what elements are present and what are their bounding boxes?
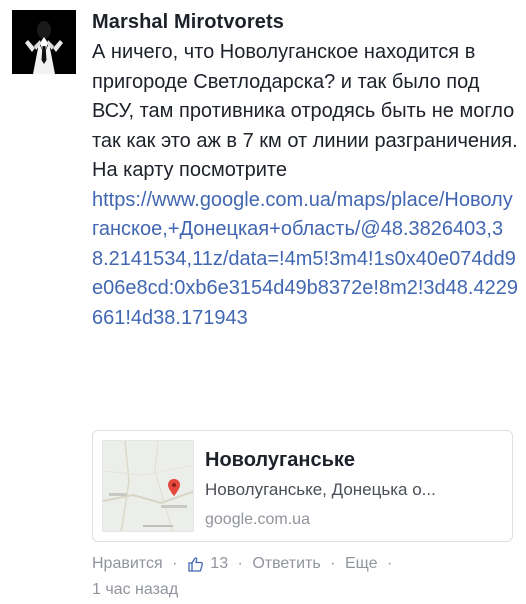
separator: ·	[386, 555, 393, 572]
separator: ·	[172, 555, 178, 572]
link-preview-card[interactable]: Новолуганське Новолуганське, Донецька о.…	[92, 430, 513, 542]
like-count[interactable]: 13	[210, 553, 228, 575]
more-button[interactable]: Еще	[345, 553, 378, 575]
preview-title: Новолуганське	[205, 449, 356, 471]
like-button[interactable]: Нравится	[92, 553, 163, 575]
comment-body: А ничего, что Новолуганское находится в …	[92, 38, 518, 333]
preview-domain: google.com.ua	[205, 511, 310, 528]
comment-author[interactable]: Marshal Mirotvorets	[92, 10, 518, 34]
preview-subtitle: Новолуганське, Донецька о...	[205, 480, 436, 499]
comment-actions: Нравится · 13 · Ответить · Еще ·	[92, 553, 397, 575]
separator: ·	[330, 555, 336, 572]
separator: ·	[237, 555, 243, 572]
comment: Marshal Mirotvorets А ничего, что Новолу…	[92, 10, 518, 333]
comment-text: А ничего, что Новолуганское находится в …	[92, 41, 518, 181]
thumbs-up-icon	[187, 556, 206, 573]
tuxedo-avatar-icon	[12, 10, 76, 74]
comment-link[interactable]: https://www.google.com.ua/maps/place/Нов…	[92, 186, 518, 334]
comment-timestamp[interactable]: 1 час назад	[92, 579, 178, 601]
avatar[interactable]	[12, 10, 76, 74]
map-thumbnail	[102, 440, 194, 532]
reply-button[interactable]: Ответить	[252, 553, 320, 575]
